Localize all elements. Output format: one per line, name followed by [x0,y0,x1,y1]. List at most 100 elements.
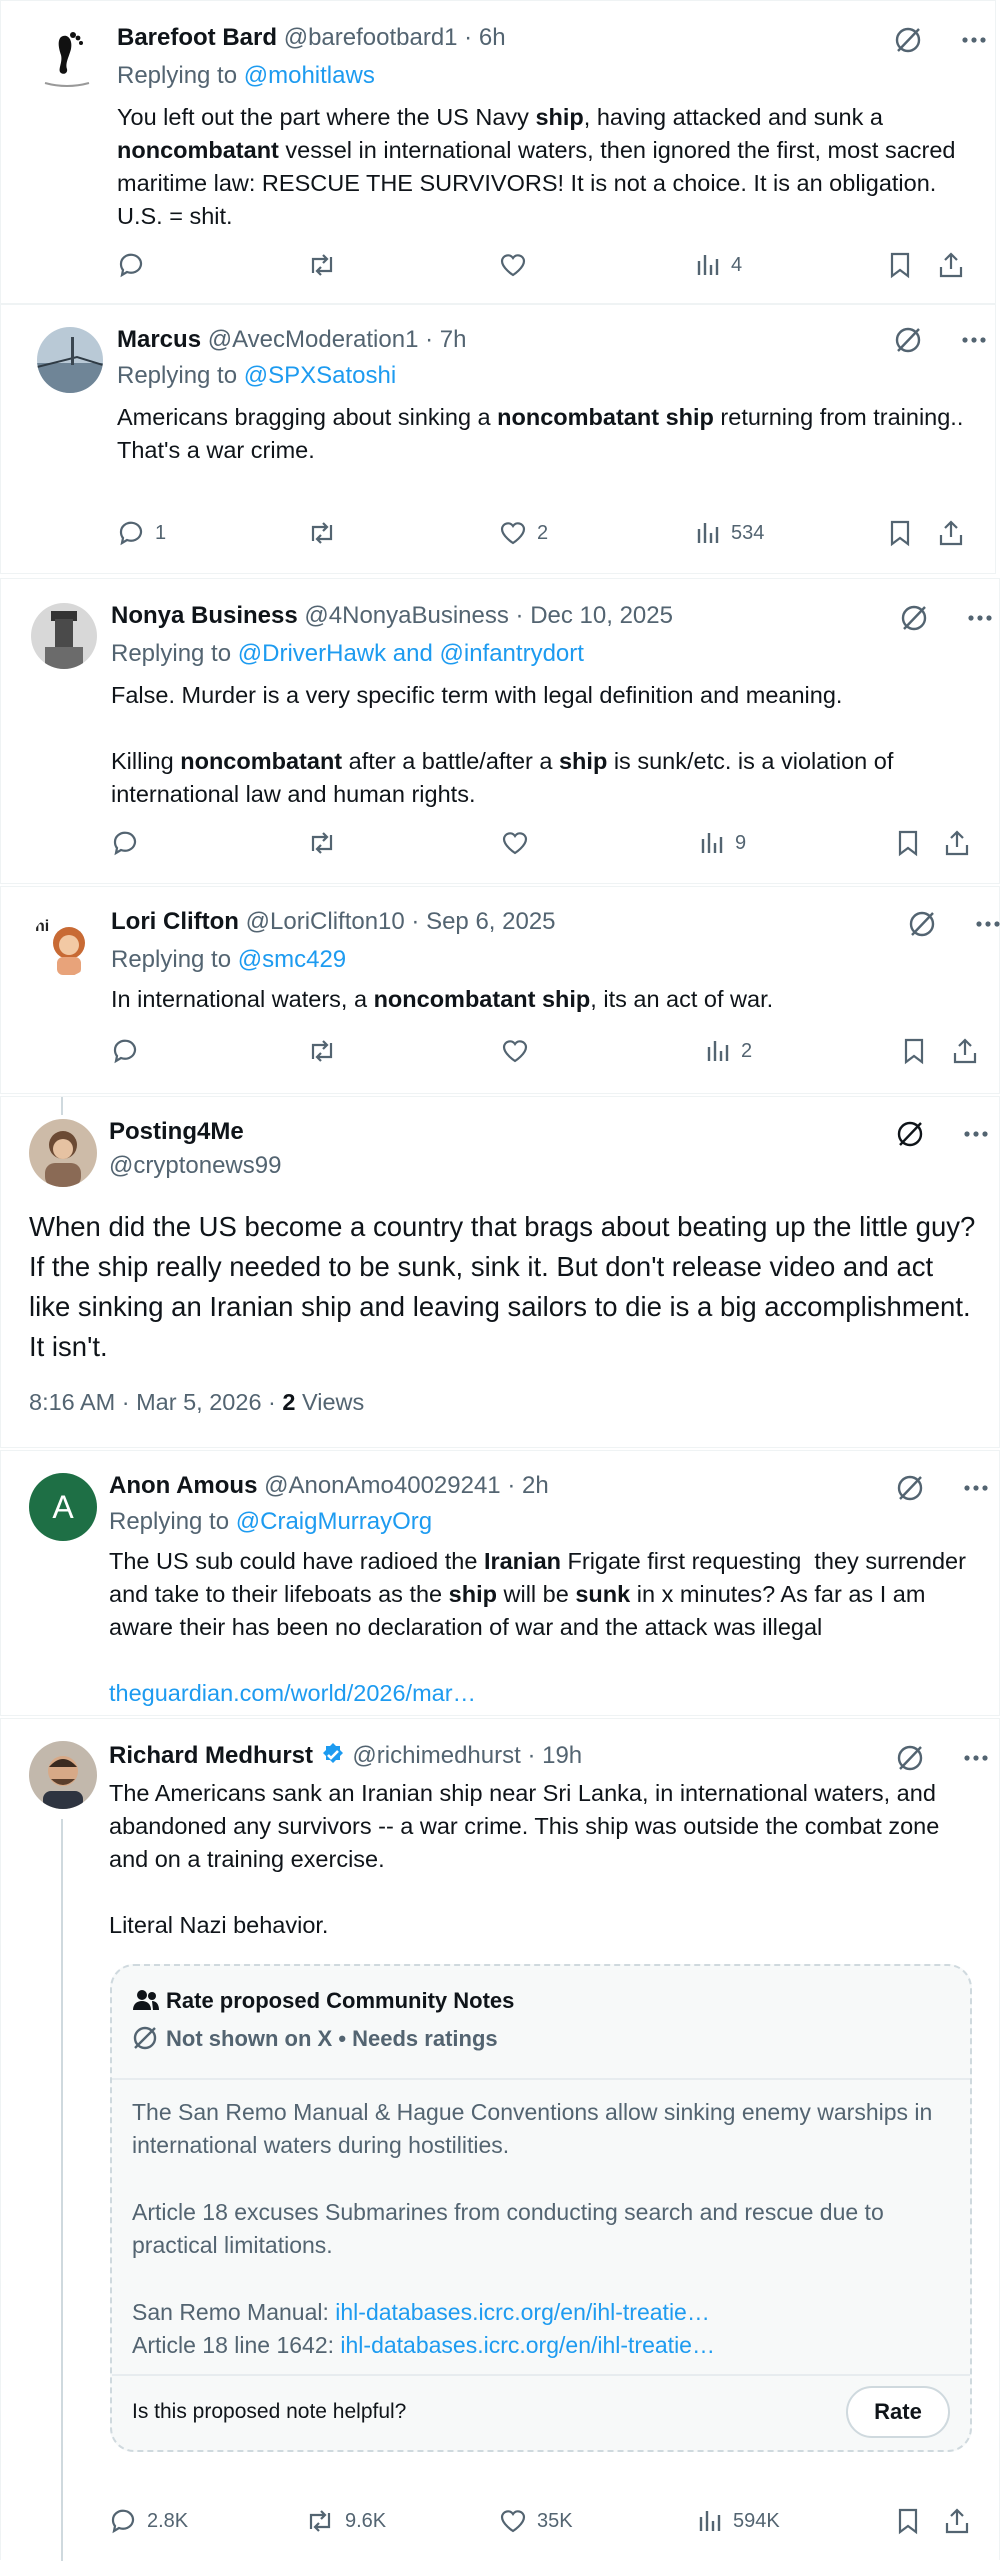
repost-button[interactable] [307,251,347,279]
repost-count: 9.6K [345,2509,387,2532]
views-button[interactable]: 4 [695,251,742,279]
community-note-status: Not shown on X • Needs ratings [132,2024,498,2054]
rate-button[interactable]: Rate [846,2386,950,2438]
bookmark-button[interactable] [901,1037,927,1065]
bookmark-button[interactable] [887,251,913,279]
display-name[interactable]: Marcus [117,326,201,353]
like-button[interactable] [499,251,537,279]
action-bar: 2 [111,1037,977,1071]
replying-to: Replying to @mohitlaws [117,62,375,89]
reply-button[interactable]: 1 [117,519,166,547]
article-link[interactable]: theguardian.com/world/2026/mar… [109,1677,476,1710]
like-button[interactable] [501,1037,539,1065]
repost-button[interactable] [307,1037,347,1065]
grok-icon[interactable] [895,1743,925,1778]
share-icon [953,1038,977,1064]
share-button[interactable] [951,1037,979,1065]
handle-time[interactable]: @AvecModeration1 · 7h [208,326,467,353]
display-name[interactable]: Posting4Me [109,1118,244,1145]
share-button[interactable] [937,519,965,547]
note-divider [112,2374,970,2376]
avatar[interactable]: hi [31,913,95,977]
grok-icon[interactable] [893,25,923,60]
display-name[interactable]: Nonya Business [111,602,298,629]
views-button[interactable]: 9 [699,829,746,857]
note-divider [112,2078,970,2080]
display-name[interactable]: Barefoot Bard [117,24,277,51]
tweet-top-icons [893,25,989,60]
action-bar: 4 [117,251,977,285]
focused-tweet[interactable]: Posting4Me @cryptonews99 When did the US… [0,1096,1000,1448]
views-button[interactable]: 534 [695,519,764,547]
reply-button[interactable]: 2.8K [109,2507,188,2535]
more-icon[interactable] [961,1743,991,1778]
avatar[interactable] [37,327,103,393]
repost-button[interactable] [307,519,347,547]
source-link[interactable]: ihl-databases.icrc.org/en/ihl-treatie… [340,2332,715,2358]
display-name[interactable]: Lori Clifton [111,908,239,935]
reply-mention-link[interactable]: @DriverHawk and @infantrydort [238,640,584,667]
like-button[interactable]: 2 [499,519,548,547]
bookmark-button[interactable] [895,2507,921,2535]
source-link[interactable]: ihl-databases.icrc.org/en/ihl-treatie… [335,2299,710,2325]
bookmark-button[interactable] [895,829,921,857]
view-count: 2 [741,1039,753,1062]
display-name[interactable]: Anon Amous [109,1472,257,1499]
tweet-card[interactable]: hi Lori Clifton @LoriClifton10 · Sep 6, … [0,886,1000,1094]
more-icon[interactable] [965,603,995,638]
not-shown-icon [133,2026,157,2050]
repost-button[interactable] [307,829,347,857]
more-icon[interactable] [959,25,989,60]
grok-icon[interactable] [907,909,937,944]
avatar[interactable]: A [29,1473,97,1541]
share-button[interactable] [943,2507,971,2535]
display-name[interactable]: Richard Medhurst [109,1742,313,1769]
time-link[interactable]: 8:16 AM · Mar 5, 2026 · [29,1389,282,1415]
reply-button[interactable] [117,251,155,279]
handle-time[interactable]: @AnonAmo40029241 · 2h [264,1472,549,1499]
handle-time[interactable]: @barefootbard1 · 6h [284,24,506,51]
views-icon [697,523,719,543]
views-button[interactable]: 594K [697,2507,780,2535]
handle-time[interactable]: @LoriClifton10 · Sep 6, 2025 [246,908,556,935]
reply-mention-link[interactable]: @mohitlaws [244,62,375,89]
grok-icon[interactable] [895,1473,925,1508]
tweet-card[interactable]: Marcus @AvecModeration1 · 7h Replying to… [0,304,996,574]
share-button[interactable] [943,829,971,857]
bookmark-icon [898,2508,918,2535]
views-icon [707,1041,729,1061]
avatar[interactable] [29,1741,97,1809]
handle-time[interactable]: @richimedhurst · 19h [352,1742,582,1769]
repost-button[interactable]: 9.6K [305,2507,386,2535]
like-button[interactable]: 35K [499,2507,573,2535]
reply-icon [119,521,143,546]
more-icon[interactable] [973,909,1000,944]
more-icon[interactable] [959,325,989,360]
bookmark-button[interactable] [887,519,913,547]
tweet-card[interactable]: A Anon Amous @AnonAmo40029241 · 2h Reply… [0,1450,1000,1716]
grok-icon[interactable] [895,1119,925,1154]
handle-time[interactable]: @4NonyaBusiness · Dec 10, 2025 [304,602,673,629]
like-button[interactable] [501,829,539,857]
reply-mention-link[interactable]: @SPXSatoshi [244,362,396,389]
share-button[interactable] [937,251,965,279]
avatar[interactable] [29,1119,97,1187]
reply-mention-link[interactable]: @smc429 [238,946,346,973]
views-count: 2 [282,1389,296,1415]
reply-mention-link[interactable]: @CraigMurrayOrg [236,1508,432,1535]
reply-button[interactable] [111,1037,149,1065]
repost-icon [311,1040,333,1062]
tweet-card[interactable]: Nonya Business @4NonyaBusiness · Dec 10,… [0,578,1000,884]
more-icon[interactable] [961,1473,991,1508]
handle[interactable]: @cryptonews99 [109,1152,281,1179]
more-icon[interactable] [961,1119,991,1154]
avatar[interactable] [31,23,103,95]
grok-icon[interactable] [893,325,923,360]
grok-icon[interactable] [899,603,929,638]
avatar[interactable] [31,603,97,669]
action-bar: 9 [111,829,977,863]
heart-icon [502,832,528,855]
reply-button[interactable] [111,829,149,857]
views-button[interactable]: 2 [705,1037,752,1065]
tweet-card[interactable]: Barefoot Bard @barefootbard1 · 6h Replyi… [0,0,996,304]
